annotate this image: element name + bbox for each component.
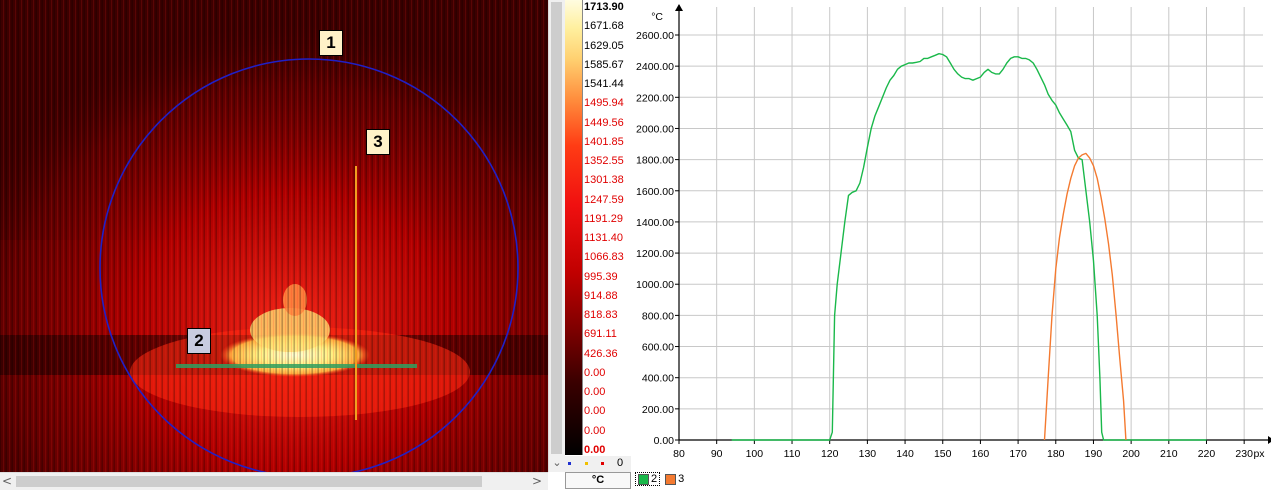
y-tick-label: 1000.00 — [636, 279, 674, 291]
y-axis-unit-label: °C — [651, 11, 663, 23]
y-tick-label: 0.00 — [654, 435, 675, 447]
legend-label: 2 — [651, 473, 658, 485]
palette-label: 1541.44 — [584, 78, 624, 91]
x-tick-label: 210 — [1160, 448, 1178, 460]
palette-label: 0.00 — [584, 405, 606, 418]
x-tick-label: 80 — [673, 448, 685, 460]
x-tick-label: 90 — [711, 448, 723, 460]
roi-marker-1[interactable]: 1 — [319, 30, 343, 56]
palette-label: 1401.85 — [584, 135, 624, 148]
y-tick-label: 800.00 — [642, 310, 674, 322]
thermal-image-view[interactable]: 1 2 3 — [0, 0, 548, 472]
y-axis-arrow-icon — [675, 4, 683, 11]
x-tick-label: 180 — [1047, 448, 1065, 460]
x-tick-label: 200 — [1122, 448, 1140, 460]
palette-label: 1671.68 — [584, 20, 624, 33]
vertical-scrollbar[interactable]: ⌄ — [548, 0, 565, 472]
x-tick-label: 110 — [784, 448, 801, 460]
y-tick-label: 200.00 — [642, 404, 674, 416]
y-tick-label: 600.00 — [642, 342, 674, 354]
palette-label: 691.11 — [584, 328, 617, 341]
palette-label: 1713.90 — [584, 1, 624, 13]
vertical-scroll-thumb[interactable] — [551, 2, 562, 454]
x-tick-label: 190 — [1085, 448, 1103, 460]
legend-swatch — [638, 473, 649, 485]
y-tick-label: 1200.00 — [636, 248, 674, 260]
palette-label: 0.00 — [584, 424, 606, 437]
x-tick-label: 230 — [1235, 448, 1253, 460]
x-tick-label: 160 — [972, 448, 990, 460]
y-tick-label: 2400.00 — [636, 61, 674, 73]
x-tick-label: 100 — [746, 448, 764, 460]
palette-footer: 0 — [565, 456, 631, 472]
x-tick-label: 220 — [1198, 448, 1216, 460]
x-tick-label: 150 — [934, 448, 952, 460]
palette-footer-value: 0 — [617, 457, 624, 469]
legend-swatch — [665, 473, 677, 485]
legend-item-2[interactable]: 2 — [635, 472, 661, 486]
legend-item-3[interactable]: 3 — [665, 473, 684, 485]
palette-label: 914.88 — [584, 289, 618, 302]
legend-label: 3 — [678, 473, 685, 485]
palette-label: 0.00 — [584, 366, 606, 379]
roi-marker-2[interactable]: 2 — [187, 328, 211, 354]
horizontal-scrollbar[interactable]: < > — [0, 472, 548, 490]
series-line-3 — [1043, 152, 1127, 441]
palette-label: 1352.55 — [584, 155, 624, 168]
profile-chart: 80 90 100 110 120 130 140 150 160 170 180 190 200 210… — [636, 4, 1271, 460]
y-tick-label: 1800.00 — [636, 155, 674, 167]
palette-label: 818.83 — [584, 309, 618, 322]
chart-legend: 23 — [635, 471, 689, 487]
x-axis-unit-label: px — [1253, 448, 1265, 460]
x-tick-label: 170 — [1009, 448, 1027, 460]
x-tick-label: 140 — [896, 448, 914, 460]
palette-label: 1495.94 — [584, 97, 624, 110]
profile-graph: 80 90 100 110 120 130 140 150 160 170 180 190 200 210… — [632, 0, 1271, 489]
horizontal-scroll-thumb[interactable] — [16, 476, 482, 487]
thermal-image — [0, 0, 548, 472]
y-tick-label: 400.00 — [642, 373, 674, 385]
color-palette-bar — [565, 0, 583, 455]
temperature-unit-button[interactable]: °C — [565, 472, 631, 489]
palette-label: 426.36 — [584, 347, 618, 360]
palette-label: 1191.29 — [584, 212, 623, 225]
palette-label: 1066.83 — [584, 251, 624, 264]
palette-label: 1247.59 — [584, 193, 624, 206]
palette-label: 0.00 — [584, 386, 606, 399]
y-tick-label: 2000.00 — [636, 123, 674, 135]
palette-label: 1301.38 — [584, 174, 624, 187]
palette-label: 1131.40 — [584, 232, 623, 245]
y-tick-label: 1400.00 — [636, 217, 674, 229]
palette-label: 1629.05 — [584, 39, 624, 52]
series-line-2 — [731, 53, 1207, 441]
y-tick-label: 2200.00 — [636, 92, 674, 104]
scroll-left-arrow-icon[interactable]: < — [2, 474, 14, 489]
palette-label: 995.39 — [584, 270, 618, 283]
scroll-right-arrow-icon[interactable]: > — [532, 474, 544, 489]
x-tick-label: 130 — [859, 448, 877, 460]
roi-marker-3[interactable]: 3 — [366, 129, 390, 155]
palette-scale-labels: 1713.90 1671.68 1629.05 1585.67 1541.44 1495.… — [583, 0, 630, 456]
x-tick-label: 120 — [821, 448, 839, 460]
scroll-down-arrow-icon[interactable]: ⌄ — [551, 456, 563, 470]
palette-label: 1585.67 — [584, 58, 624, 71]
y-tick-label: 2600.00 — [636, 30, 674, 42]
palette-label: 1449.56 — [584, 116, 624, 129]
y-tick-label: 1600.00 — [636, 186, 674, 198]
